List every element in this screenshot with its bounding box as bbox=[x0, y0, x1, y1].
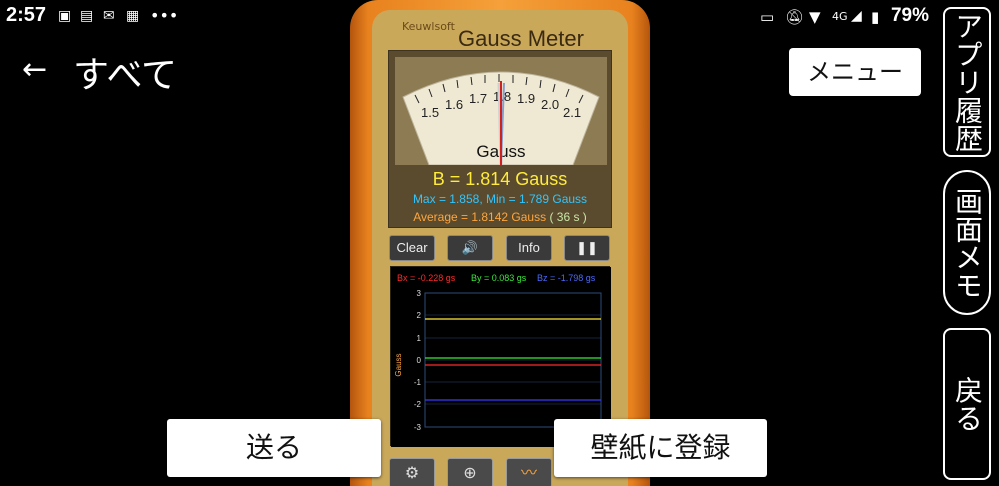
compass-icon: ⊕ bbox=[463, 463, 477, 482]
graph-y-tick: 0 bbox=[417, 356, 422, 365]
average-value: Average = 1.8142 Gauss bbox=[413, 210, 547, 224]
notification-video-icon: ▦ bbox=[126, 8, 140, 24]
settings-button[interactable]: ⚙ bbox=[389, 458, 435, 486]
gauge-tick-label: 1.9 bbox=[517, 91, 535, 106]
compass-button[interactable]: ⊕ bbox=[447, 458, 493, 486]
graph-y-tick: -2 bbox=[414, 400, 422, 409]
graph-y-tick: 3 bbox=[417, 289, 422, 298]
brand-label: Keuwlsoft bbox=[402, 20, 455, 33]
bz-label: Bz = -1.798 gs bbox=[537, 273, 596, 283]
elapsed-time: ( 36 s ) bbox=[549, 210, 587, 224]
media-icon: ▭ bbox=[760, 8, 775, 26]
gauge-dial: 1.5 1.6 1.7 1.8 1.9 2.0 2.1 Gauss bbox=[395, 57, 607, 165]
minmax-reading: Max = 1.858, Min = 1.789 Gauss bbox=[412, 192, 588, 206]
set-wallpaper-button[interactable]: 壁紙に登録 bbox=[554, 419, 767, 477]
app-history-button[interactable]: アプリ履歴 bbox=[943, 7, 991, 157]
graph-y-axis-label: Gauss bbox=[394, 353, 403, 376]
more-notifications-icon: ••• bbox=[150, 6, 179, 25]
gauge-tick-label: 2.1 bbox=[563, 105, 581, 120]
menu-button[interactable]: メニュー bbox=[789, 48, 921, 96]
battery-percent: 79% bbox=[890, 5, 929, 26]
page-title: すべて bbox=[73, 55, 178, 96]
graph-y-tick: -3 bbox=[414, 423, 422, 432]
graph-y-tick: 1 bbox=[417, 334, 422, 343]
notification-app-icon: ▣ bbox=[58, 8, 72, 24]
graph-y-tick: 2 bbox=[417, 311, 422, 320]
by-label: By = 0.083 gs bbox=[471, 273, 527, 283]
back-arrow-icon[interactable]: ← bbox=[22, 52, 47, 87]
mute-icon: 🔕︎ bbox=[785, 8, 805, 26]
send-button[interactable]: 送る bbox=[167, 419, 381, 477]
gauge-tick-label: 2.0 bbox=[541, 97, 559, 112]
average-reading: Average = 1.8142 Gauss ( 36 s ) bbox=[389, 210, 611, 224]
device-face: Keuwlsoft Gauss Meter 1.5 1.6 1.7 1.8 1.… bbox=[372, 10, 628, 486]
back-button[interactable]: 戻る bbox=[943, 328, 991, 480]
pause-button[interactable]: ❚❚ bbox=[564, 235, 610, 261]
sound-button[interactable]: 🔊 bbox=[447, 235, 493, 261]
gauge-tick-label: 1.7 bbox=[469, 91, 487, 106]
notification-mail-icon: ✉ bbox=[103, 8, 115, 24]
field-reading: B = 1.814 Gauss bbox=[432, 169, 568, 189]
gauge-tick-label: 1.5 bbox=[421, 105, 439, 120]
graph-icon: 〰 bbox=[520, 463, 537, 482]
notification-phone-icon: ▤ bbox=[80, 8, 94, 24]
screen-memo-button[interactable]: 画面メモ bbox=[943, 170, 991, 315]
status-time: 2:57 bbox=[6, 4, 47, 26]
bx-label: Bx = -0.228 gs bbox=[397, 273, 456, 283]
app-title: Gauss Meter bbox=[458, 26, 584, 51]
gears-icon: ⚙ bbox=[404, 463, 420, 482]
gauge-tick-label: 1.6 bbox=[445, 97, 463, 112]
wifi-icon: ▼ bbox=[809, 8, 821, 26]
clear-button[interactable]: Clear bbox=[389, 235, 435, 261]
signal-icon: ◢ bbox=[851, 8, 862, 24]
network-type: 4G bbox=[832, 10, 848, 23]
gauss-meter-device: Keuwlsoft Gauss Meter 1.5 1.6 1.7 1.8 1.… bbox=[350, 0, 650, 486]
gauge-tick-label: 1.8 bbox=[493, 89, 511, 104]
graph-y-tick: -1 bbox=[414, 378, 422, 387]
battery-icon: ▮ bbox=[871, 8, 880, 26]
graph-button[interactable]: 〰 bbox=[506, 458, 552, 486]
info-button[interactable]: Info bbox=[506, 235, 552, 261]
reading-panel: 1.5 1.6 1.7 1.8 1.9 2.0 2.1 Gauss B = 1.… bbox=[388, 50, 612, 228]
